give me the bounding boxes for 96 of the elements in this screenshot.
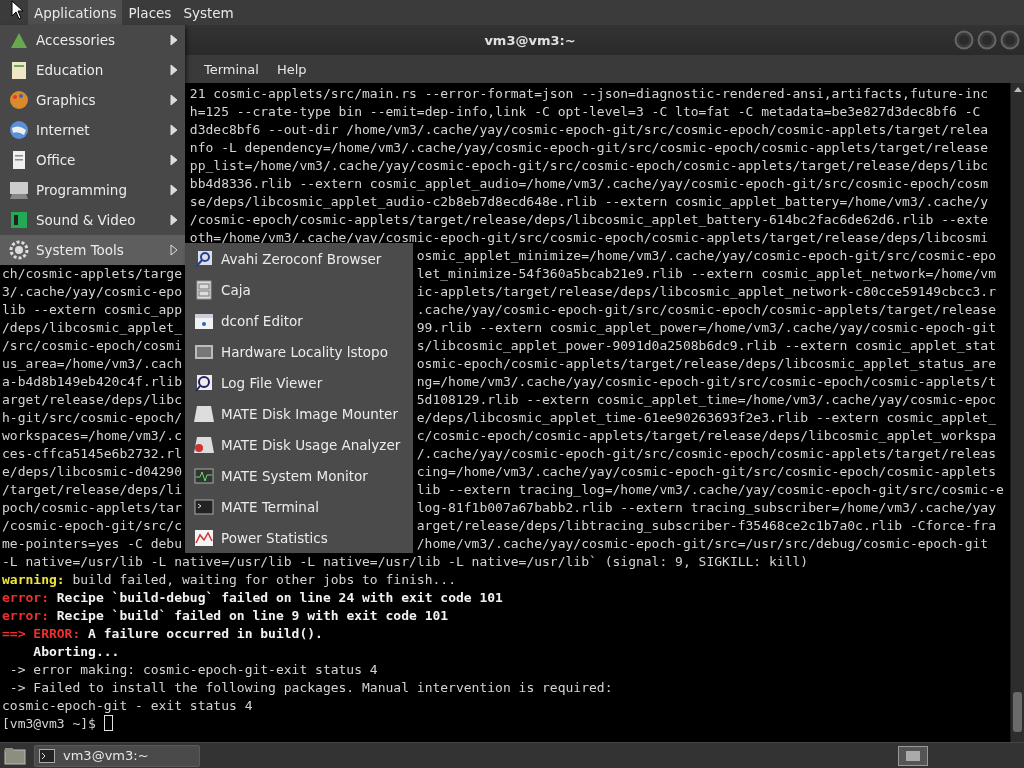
menu-item[interactable]: Internet [0,115,185,145]
terminal-text: /.cache/yay/cosmic-epoch-git/src/cosmic-epoch/cosmic-applets/target/releas [416,445,996,463]
menu-item[interactable]: Hardware Locality lstopo [185,336,413,367]
terminal-line: -> Failed to install the following packages. Manual intervention is required: [8,679,613,697]
terminal-text: 3/.cache/yay/cosmic-epo [2,284,182,299]
terminal-line: /cosmic-epoch/cosmic-applets/target/release/deps/libcosmic_applet_battery-614bc2fac6de62d6.rlib --exte [189,211,989,229]
caret-icon [169,154,179,166]
workspace-switcher[interactable] [898,745,928,766]
caret-icon [169,124,179,136]
terminal-line: pp_list=/home/vm3/.cache/yay/cosmic-epoch-git/src/cosmic-epoch/cosmic-applets/target/release/deps/libc [189,157,989,175]
terminal-text: ic-applets/target/release/deps/libcosmic_applet_network-c80cce59149cbcc3.r [416,283,996,301]
terminal-line: Aborting... [32,643,120,661]
menu-item[interactable]: MATE Disk Usage Analyzer [185,429,413,460]
menu-item[interactable]: MATE Terminal [185,491,413,522]
terminal-line: d3dec8bf6 --out-dir /home/vm3/.cache/yay/cosmic-epoch-git/src/cosmic-epoch/cosmic-applets/target/relea [189,121,989,139]
text-cursor [103,715,113,731]
menu-item[interactable]: Education [0,55,185,85]
menu-item[interactable]: MATE Disk Image Mounter [185,398,413,429]
terminal-text: c/cosmic-epoch/cosmic-applets/target/release/deps/libcosmic_applet_workspa [416,427,996,445]
caret-icon [169,214,179,226]
terminal-line: h=125 --crate-type bin --emit=dep-info,link -C opt-level=3 -C lto=fat -C metadata=be3e827d3dec8bf6 -C [189,103,981,121]
globe-icon [8,119,30,141]
terminal-text: cing=/home/vm3/.cache/yay/cosmic-epoch-git/src/cosmic-epoch/cosmic-applets [416,463,996,481]
terminal-text: arget/release/deps/libc [2,392,182,407]
terminal-line: error: Recipe `build` failed on line 9 with exit code 101 [2,607,449,625]
terminal-line: error: Recipe `build-debug` failed on line 24 with exit code 101 [2,589,503,607]
palette-icon [8,89,30,111]
caret-icon [169,244,179,256]
terminal-line: warning: build failed, waiting for other jobs to finish... [2,571,456,589]
terminal-text: me-pointers=yes -C debu [2,536,182,551]
menu-item[interactable]: Programming [0,175,185,205]
terminal-line: cosmic-epoch-git - exit status 4 [2,697,253,715]
caret-icon [169,184,179,196]
minimize-button[interactable] [954,30,974,50]
gear-icon [8,239,30,261]
terminal-text: /cosmic-epoch-git/src/c [2,518,182,533]
menu-item[interactable]: Terminal [196,61,267,77]
menu-item[interactable]: System Tools [0,235,185,265]
caret-icon [169,64,179,76]
terminal-text: ces-cffca5145e6b2732.rl [2,446,182,461]
menu-item[interactable]: Caja [185,274,413,305]
show-desktop-icon[interactable] [4,746,26,765]
terminal-line: ==> ERROR: A failure occurred in build(). [2,625,323,643]
terminal-text: h-git/src/cosmic-epoch/ [2,410,182,425]
menu-item[interactable]: Help [268,61,315,77]
terminal-line: nfo -L dependency=/home/vm3/.cache/yay/cosmic-epoch-git/src/cosmic-epoch/cosmic-applets/target/release [189,139,989,157]
terminal-text: /deps/libcosmic_applet_ [2,320,182,335]
taskbar-button[interactable]: vm3@vm3:~ [34,744,200,767]
menu-item[interactable]: Log File Viewer [185,367,413,398]
terminal-line: 21 cosmic-applets/src/main.rs --error-format=json --json=diagnostic-rendered-ansi,artifacts,future-inc [189,85,989,103]
menu-item[interactable]: dconf Editor [185,305,413,336]
shell-prompt: [vm3@vm3 ~]$ [2,715,96,733]
terminal-text: e/deps/libcosmic_applet_time-61ee90263693f2e3.rlib --extern cosmic_applet_ [416,409,996,427]
terminal-text: osmic-epoch/cosmic-applets/target/release/deps/libcosmic_applet_status_are [416,355,996,373]
terminal-text: a-b4d8b149eb420c4f.rlib [2,374,182,389]
terminal-text: .cache/yay/cosmic-epoch-git/src/cosmic-epoch/cosmic-applets/target/release [416,301,996,319]
terminal-text: /src/cosmic-epoch/cosmi [2,338,182,353]
mouse-pointer-icon [11,0,25,20]
terminal-line: -L native=/usr/lib -L native=/usr/lib -L native=/usr/lib -L native=/usr/lib` (signal: 9, SIGKILL: kill) [2,553,809,571]
maximize-button[interactable] [977,30,997,50]
terminal-text: 5d108129.rlib --extern cosmic_applet_time=/home/vm3/.cache/yay/cosmic-epoc [416,391,996,409]
panel-menu[interactable]: Places [122,0,178,25]
cabinet-icon [193,278,215,301]
terminal-text: arget/release/deps/libtracing_subscriber-f35468ce2c1b7a0c.rlib -Cforce-fra [416,517,996,535]
menu-item[interactable]: Graphics [0,85,185,115]
close-button[interactable] [1000,30,1020,50]
terminal-text: /target/release/deps/li [2,482,182,497]
scrollbar[interactable] [1010,83,1024,742]
panel-menu[interactable]: System [177,0,240,25]
terminal-text: ch/cosmic-applets/targe [2,266,182,281]
terminal-text: lib --extern tracing_log=/home/vm3/.cache/yay/cosmic-epoch-git/src/cosmic-e [416,481,1004,499]
terminal-text: poch/cosmic-applets/tar [2,500,182,515]
terminal-text: let_minimize-54f360a5bcab21e9.rlib --extern cosmic_applet_network=/home/vm [416,265,996,283]
window-title: vm3@vm3:~ [484,32,576,48]
terminal-text: e/deps/libcosmic-d04290 [2,464,182,479]
terminal-text: us_area=/home/vm3/.cach [2,356,182,371]
terminal-text: /home/vm3/.cache/yay/cosmic-epoch-git/src=/usr/src/debug/cosmic-epoch-git [416,535,989,553]
menu-item[interactable]: Power Statistics [185,522,413,553]
menu-item[interactable]: Sound & Video [0,205,185,235]
terminal-text: log-81f1b007a67babb2.rlib --extern tracing_subscriber=/home/vm3/.cache/yay [416,499,996,517]
terminal-text: lib --extern cosmic_app [2,302,182,317]
terminal-line: bb4d8336.rlib --extern cosmic_applet_audio=/home/vm3/.cache/yay/cosmic-epoch-git/src/cosmic-epoch/cosm [189,175,989,193]
terminal-text: workspaces=/home/vm3/.c [2,428,182,443]
terminal-line: se/deps/libcosmic_applet_audio-c2b8eb7d8ecd648e.rlib --extern cosmic_applet_battery=/home/vm3/.cache/y [189,193,989,211]
caret-icon [169,94,179,106]
caret-icon [169,34,179,46]
menu-item[interactable]: Accessories [0,25,185,55]
terminal-line: -> error making: cosmic-epoch-git-exit status 4 [8,661,378,679]
menu-item[interactable]: Office [0,145,185,175]
terminal-text: osmic_applet_minimize=/home/vm3/.cache/yay/cosmic-epoch-git/src/cosmic-epo [416,247,996,265]
panel-menu[interactable]: Applications [28,0,123,25]
terminal-text: ng=/home/vm3/.cache/yay/cosmic-epoch-git/src/cosmic-epoch/cosmic-applets/t [416,373,996,391]
terminal-text: 99.rlib --extern cosmic_applet_power=/home/vm3/.cache/yay/cosmic-epoch-git [416,319,996,337]
terminal-icon [39,748,55,763]
menu-item[interactable]: MATE System Monitor [185,460,413,491]
terminal-text: s/libcosmic_applet_power-9091d0a2508b6dc9.rlib --extern cosmic_applet_stat [416,337,996,355]
